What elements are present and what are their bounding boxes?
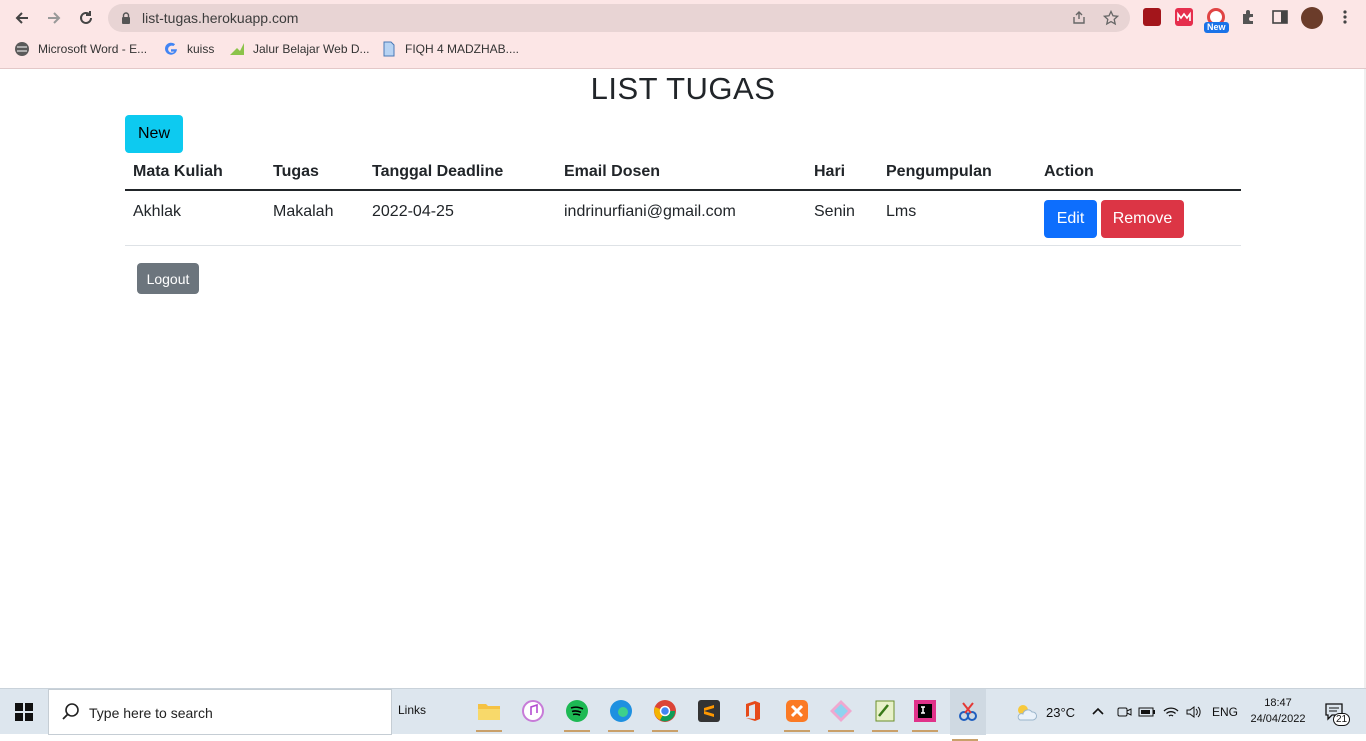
cell-mata-kuliah: Akhlak bbox=[133, 203, 182, 220]
language-text: ENG bbox=[1212, 705, 1239, 719]
page-title: LIST TUGAS bbox=[590, 71, 776, 106]
sublime-text-icon[interactable] bbox=[694, 696, 724, 726]
header-mata-kuliah: Mata Kuliah bbox=[133, 163, 223, 180]
bookmark-item[interactable]: kuiss bbox=[163, 41, 214, 57]
cell-tanggal-deadline: 2022-04-25 bbox=[372, 203, 454, 220]
file-explorer-icon[interactable] bbox=[474, 696, 504, 732]
bookmark-item[interactable]: Microsoft Word - E... bbox=[14, 41, 147, 57]
forward-arrow-icon[interactable] bbox=[42, 7, 66, 29]
edge-icon[interactable] bbox=[606, 696, 636, 732]
cloud-sun-icon bbox=[1017, 705, 1037, 721]
windows-taskbar: Type here to search Links 23°C ENG 18:47… bbox=[0, 688, 1366, 741]
browser-toolbar: list-tugas.herokuapp.com New bbox=[0, 0, 1366, 36]
page-content: LIST TUGAS New Mata Kuliah Tugas Tanggal… bbox=[0, 69, 1366, 688]
remove-button[interactable]: Remove bbox=[1101, 200, 1184, 238]
reload-icon[interactable] bbox=[74, 7, 98, 29]
intellij-icon[interactable] bbox=[910, 696, 940, 732]
bookmark-item[interactable]: FIQH 4 MADZHAB.... bbox=[381, 41, 519, 57]
chrome-icon[interactable] bbox=[650, 696, 680, 732]
office-icon[interactable] bbox=[738, 696, 768, 726]
cell-pengumpulan: Lms bbox=[886, 203, 917, 220]
header-action: Action bbox=[1044, 163, 1094, 180]
language-indicator[interactable]: ENG bbox=[1212, 689, 1238, 735]
search-icon bbox=[62, 703, 79, 720]
task-table: Mata Kuliah Tugas Tanggal Deadline Email… bbox=[125, 154, 1241, 246]
bookmark-item[interactable]: Jalur Belajar Web D... bbox=[229, 41, 370, 57]
document-icon bbox=[383, 41, 395, 57]
table-row: Akhlak Makalah 2022-04-25 indrinurfiani@… bbox=[125, 191, 1241, 246]
menu-dots-icon[interactable] bbox=[1336, 8, 1354, 26]
extension-new-badge: New bbox=[1204, 22, 1229, 33]
taskbar-search-box[interactable]: Type here to search bbox=[48, 689, 392, 735]
temperature-text: 23°C bbox=[1046, 704, 1076, 720]
git-icon[interactable] bbox=[826, 696, 856, 732]
new-button[interactable]: New bbox=[125, 115, 183, 153]
bookmarks-bar: Microsoft Word - E... kuiss Jalur Belaja… bbox=[0, 38, 1366, 62]
extension-icon-2[interactable] bbox=[1175, 8, 1193, 26]
share-icon[interactable] bbox=[1070, 9, 1088, 27]
avatar[interactable] bbox=[1301, 7, 1323, 29]
clock[interactable]: 18:47 24/04/2022 bbox=[1244, 695, 1312, 727]
extension-icon-1[interactable] bbox=[1143, 8, 1161, 26]
header-pengumpulan: Pengumpulan bbox=[886, 163, 992, 180]
browser-chrome: list-tugas.herokuapp.com New Microsoft W… bbox=[0, 0, 1366, 69]
puzzle-extensions-icon[interactable] bbox=[1239, 8, 1257, 26]
side-panel-icon[interactable] bbox=[1271, 8, 1289, 26]
bookmark-label: Microsoft Word - E... bbox=[38, 42, 148, 56]
spotify-icon[interactable] bbox=[562, 696, 592, 732]
url-text: list-tugas.herokuapp.com bbox=[142, 10, 299, 26]
notepad-plus-icon[interactable] bbox=[870, 696, 900, 732]
notification-count-badge: 21 bbox=[1333, 713, 1351, 726]
edit-button[interactable]: Edit bbox=[1044, 200, 1097, 238]
chevron-up-icon[interactable] bbox=[1091, 689, 1105, 735]
bookmark-label: Jalur Belajar Web D... bbox=[253, 42, 370, 56]
links-toolbar[interactable]: Links bbox=[398, 703, 426, 717]
wifi-icon[interactable] bbox=[1162, 689, 1180, 735]
header-tanggal-deadline: Tanggal Deadline bbox=[372, 163, 504, 180]
battery-icon[interactable] bbox=[1138, 689, 1156, 735]
header-email-dosen: Email Dosen bbox=[564, 163, 661, 180]
header-hari: Hari bbox=[814, 163, 846, 180]
clock-time: 18:47 bbox=[1264, 697, 1292, 709]
xampp-icon[interactable] bbox=[782, 696, 812, 732]
star-icon[interactable] bbox=[1102, 9, 1120, 27]
header-tugas: Tugas bbox=[273, 163, 319, 180]
snipping-tool-icon[interactable] bbox=[950, 689, 986, 741]
meet-now-icon[interactable] bbox=[1116, 689, 1132, 735]
bookmark-label: kuiss bbox=[187, 42, 215, 56]
itunes-icon[interactable] bbox=[518, 696, 548, 726]
address-bar[interactable]: list-tugas.herokuapp.com bbox=[108, 4, 1130, 32]
clock-date: 24/04/2022 bbox=[1250, 713, 1306, 725]
logout-button[interactable]: Logout bbox=[137, 263, 199, 294]
globe-icon bbox=[15, 42, 29, 56]
volume-icon[interactable] bbox=[1185, 689, 1203, 735]
notifications-icon[interactable]: 21 bbox=[1324, 689, 1351, 735]
bookmark-label: FIQH 4 MADZHAB.... bbox=[405, 42, 520, 56]
search-placeholder: Type here to search bbox=[89, 705, 213, 721]
cell-email-dosen: indrinurfiani@gmail.com bbox=[564, 203, 736, 220]
cell-hari: Senin bbox=[814, 203, 855, 220]
table-header-row: Mata Kuliah Tugas Tanggal Deadline Email… bbox=[125, 154, 1241, 191]
dicoding-icon bbox=[230, 43, 244, 55]
lock-icon bbox=[122, 12, 130, 24]
back-arrow-icon[interactable] bbox=[10, 7, 34, 29]
cell-tugas: Makalah bbox=[273, 203, 334, 220]
windows-start-icon[interactable] bbox=[0, 689, 48, 735]
google-icon bbox=[165, 42, 177, 55]
weather-widget[interactable]: 23°C bbox=[1014, 689, 1075, 735]
